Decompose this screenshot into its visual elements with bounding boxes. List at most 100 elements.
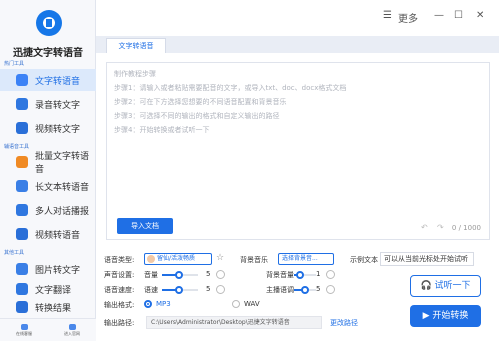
folder-icon xyxy=(16,301,28,313)
text-editor[interactable]: 制作教程步骤 步骤1：请输入或者粘贴需要配音的文字，或导入txt、doc、doc… xyxy=(106,62,490,240)
reset-icon[interactable] xyxy=(216,270,225,279)
speed-value: 5 xyxy=(206,285,211,293)
reset-icon[interactable] xyxy=(326,270,335,279)
app-window: 迅捷文字转语音 热门工具 文字转语音 录音转文字 视频转文字 辅语音工具 批量文… xyxy=(0,0,499,341)
sidebar-item-label: 文字翻译 xyxy=(35,285,72,296)
image-icon xyxy=(16,263,28,275)
format-mp3-label: MP3 xyxy=(156,300,171,308)
change-path-link[interactable]: 更改路径 xyxy=(330,318,358,328)
sidebar-item-label: 多人对话播报 xyxy=(35,206,90,217)
output-format-label: 输出格式: xyxy=(104,301,135,309)
undo-icon[interactable]: ↶ xyxy=(421,223,428,232)
sidebar-item-dialogue[interactable]: 多人对话播报 xyxy=(0,199,96,221)
bg-music-select-button[interactable]: 选择背景音... xyxy=(278,253,334,265)
customer-service-button[interactable]: 在线客服 xyxy=(0,319,48,341)
sidebar-item-translate[interactable]: 文字翻译 xyxy=(0,282,96,296)
placeholder-step: 步骤4：开始转换或者试听一下 xyxy=(114,126,210,134)
try-listen-button[interactable]: 🎧 试听一下 xyxy=(410,275,481,297)
avatar xyxy=(147,255,155,263)
placeholder-step: 步骤1：请输入或者粘贴需要配音的文字，或导入txt、doc、docx格式文档 xyxy=(114,84,347,92)
section-label-other: 其他工具 xyxy=(4,250,25,256)
volume-value: 5 xyxy=(206,270,211,278)
customer-service-label: 在线客服 xyxy=(16,330,32,336)
sidebar-item-label: 批量文字转语音 xyxy=(35,152,90,175)
menu-icon[interactable]: ☰ xyxy=(383,10,392,21)
section-label-hot: 热门工具 xyxy=(4,61,25,67)
sound-settings-label: 声音设置: xyxy=(104,271,135,279)
tab-text-to-speech[interactable]: 文字转语音 xyxy=(106,38,166,53)
pitch-value: 5 xyxy=(316,285,321,293)
sidebar-bottom-bar: 在线客服 进入官网 xyxy=(0,318,96,341)
reset-icon[interactable] xyxy=(326,285,335,294)
try-listen-label: 试听一下 xyxy=(434,281,471,291)
speed-sub-label: 语速 xyxy=(144,286,158,294)
import-document-button[interactable]: 导入文档 xyxy=(117,218,173,234)
volume-label: 音量 xyxy=(144,271,158,279)
sidebar-item-label: 长文本转语音 xyxy=(35,182,90,193)
sidebar-item-label: 文字转语音 xyxy=(35,76,81,87)
pitch-label: 主播语调 xyxy=(266,286,294,294)
tab-bar: 文字转语音 xyxy=(96,36,499,53)
sidebar-item-results[interactable]: 转换结果 xyxy=(0,298,96,316)
more-button[interactable]: 更多 xyxy=(398,10,418,25)
app-logo-icon xyxy=(36,10,62,36)
start-convert-label: 开始转换 xyxy=(432,311,469,321)
sidebar-item-video-to-text[interactable]: 视频转文字 xyxy=(0,117,96,139)
bg-volume-knob[interactable] xyxy=(296,271,304,279)
official-site-button[interactable]: 进入官网 xyxy=(48,319,96,341)
headset-icon xyxy=(20,323,28,330)
sidebar-item-batch-tts[interactable]: 批量文字转语音 xyxy=(0,151,96,175)
headphones-icon: 🎧 xyxy=(420,281,432,291)
redo-icon[interactable]: ↷ xyxy=(437,223,444,232)
users-icon xyxy=(16,204,28,216)
voice-select-button[interactable]: 留仙/活泼畅质 xyxy=(144,253,212,265)
translate-icon xyxy=(16,283,28,295)
video-icon xyxy=(16,228,28,240)
speed-slider[interactable] xyxy=(162,286,198,294)
sidebar-item-video-to-speech[interactable]: 视频转语音 xyxy=(0,223,96,245)
placeholder-step: 步骤3：可选择不同的输出的格式和自定义输出的路径 xyxy=(114,112,280,120)
minimize-button[interactable]: — xyxy=(434,10,444,21)
volume-slider[interactable] xyxy=(162,271,198,279)
bg-volume-slider[interactable] xyxy=(294,271,316,279)
favorite-star-icon[interactable]: ☆ xyxy=(216,253,224,263)
sidebar-item-label: 视频转文字 xyxy=(35,124,81,135)
reset-icon[interactable] xyxy=(216,285,225,294)
format-wav-label: WAV xyxy=(244,300,260,308)
sidebar-item-label: 图片转文字 xyxy=(35,265,81,276)
voice-name: 留仙/活泼畅质 xyxy=(157,255,196,262)
microphone-icon xyxy=(16,98,28,110)
sidebar-item-label: 转换结果 xyxy=(35,303,72,314)
voice-type-label: 语音类型: xyxy=(104,256,135,264)
globe-icon xyxy=(68,323,76,330)
sidebar-item-long-text-tts[interactable]: 长文本转语音 xyxy=(0,175,96,197)
sidebar-item-text-to-speech[interactable]: 文字转语音 xyxy=(0,69,96,91)
text-to-speech-icon xyxy=(16,74,28,86)
title-bar: ☰ 更多 — ☐ ✕ xyxy=(96,0,499,36)
bg-volume-value: 1 xyxy=(316,270,321,278)
sample-text-label: 示例文本 xyxy=(350,256,378,264)
maximize-button[interactable]: ☐ xyxy=(454,10,463,21)
start-convert-button[interactable]: ▶ 开始转换 xyxy=(410,305,481,327)
bg-music-label: 背景音乐 xyxy=(240,256,268,264)
app-name: 迅捷文字转语音 xyxy=(13,48,83,59)
pitch-slider[interactable] xyxy=(294,286,316,294)
volume-knob[interactable] xyxy=(175,271,183,279)
format-mp3-radio[interactable] xyxy=(144,300,152,308)
placeholder-step: 步骤2：可在下方选择您想要的不同语音配置和背景音乐 xyxy=(114,98,287,106)
sidebar-item-record-to-text[interactable]: 录音转文字 xyxy=(0,93,96,115)
speed-knob[interactable] xyxy=(175,286,183,294)
speech-speed-label: 语音速度: xyxy=(104,286,135,294)
format-wav-radio[interactable] xyxy=(232,300,240,308)
bg-volume-label: 背景音量 xyxy=(266,271,294,279)
sample-text-field[interactable]: 可以从当前光标处开始试听 xyxy=(380,252,474,266)
video-icon xyxy=(16,122,28,134)
document-icon xyxy=(16,180,28,192)
output-path-field[interactable]: C:\Users\Administrator\Desktop\迅捷文字转语音 xyxy=(146,316,322,329)
sidebar-item-image-to-text[interactable]: 图片转文字 xyxy=(0,258,96,280)
pitch-knob[interactable] xyxy=(301,286,309,294)
sidebar-item-label: 视频转语音 xyxy=(35,230,81,241)
close-button[interactable]: ✕ xyxy=(476,10,484,21)
placeholder-heading: 制作教程步骤 xyxy=(114,70,156,78)
play-icon: ▶ xyxy=(422,311,430,321)
